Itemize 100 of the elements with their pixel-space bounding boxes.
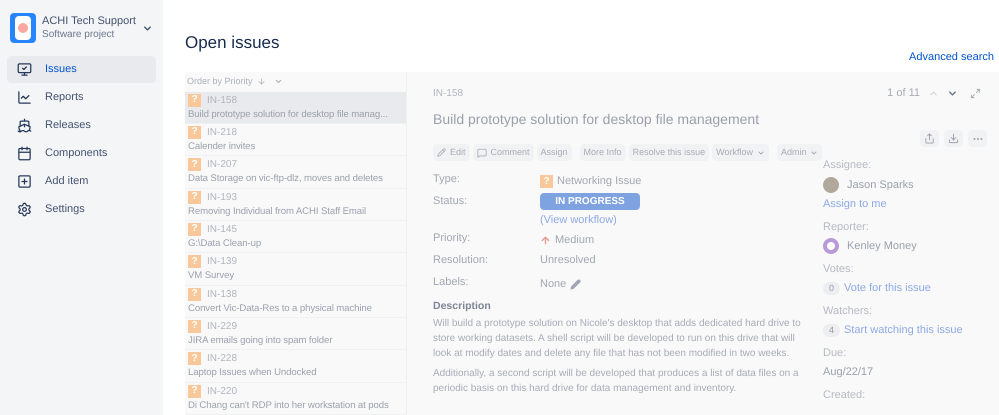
field-label: Created: [823,388,866,402]
field-label: Reporter: [823,220,870,234]
field-label: Resolution: [433,252,490,268]
settings-icon [17,202,32,217]
assign-to-me-link[interactable]: Assign to me [823,196,987,212]
issue-row[interactable]: ? IN-193 Removing Individual from ACHI Staff Email [185,188,406,221]
issue-row[interactable]: ? IN-207 Data Storage on vic-ftp-dlz, moves and deletes [185,156,406,189]
issue-summary: Laptop Issues when Undocked [188,366,318,380]
download-icon [948,133,959,144]
issue-row[interactable]: ? IN-229 JIRA emails going into spam folder [185,318,406,350]
due-date: Aug/22/17 [823,365,874,380]
issue-type-icon: ? [188,222,201,236]
toolbar-button[interactable]: Comment [472,144,534,161]
expand-icon[interactable] [970,88,981,98]
ship-icon [17,118,32,133]
toolbar-button[interactable]: Edit [433,144,470,161]
project-logo-icon [10,13,36,43]
action-link[interactable]: Start watching this issue [844,322,963,338]
toolbar-button[interactable]: More Info [580,144,626,161]
issue-row[interactable]: ? IN-218 Calender invites [185,124,406,156]
share-icon [924,133,935,144]
issue-summary: Data Storage on vic-ftp-dlz, moves and deletes [188,172,384,186]
issue-title: Build prototype solution for desktop file management [433,110,760,129]
issue-key: IN-229 [207,318,238,334]
issue-type-icon: ? [188,352,201,366]
issue-type-icon: ? [188,158,201,172]
issue-key: IN-218 [207,124,238,140]
more-button[interactable] [968,130,987,147]
export-button[interactable] [944,130,963,147]
nav-item[interactable]: Issues [7,56,156,83]
field-label: Type: [433,172,461,187]
add-square-icon [17,174,32,189]
issue-type-icon: ? [188,384,201,398]
issue-summary: Calender invites [188,140,256,154]
field-label: Labels: [433,274,470,290]
advanced-search-link[interactable]: Advanced search [909,49,994,66]
issue-type-icon: ? [540,175,553,188]
issue-type-icon: ? [188,255,201,268]
type-value: Networking Issue [557,174,642,190]
field-value: Unresolved [540,252,596,268]
person-name: Kenley Money [847,239,917,254]
field-label: Assignee: [823,158,872,173]
nav-item[interactable]: Add item [7,168,156,195]
nav-item[interactable]: Reports [7,84,156,111]
issue-key: IN-228 [207,351,238,366]
issue-key: IN-138 [207,286,238,302]
issue-key: IN-158 [433,86,807,101]
issue-row[interactable]: ? IN-145 G:\Data Clean-up [185,220,406,254]
nav-item[interactable]: Components [7,140,156,167]
issue-summary: Removing Individual from ACHI Staff Email [188,204,368,219]
issue-key: IN-193 [207,190,238,205]
nav-item[interactable]: Settings [7,196,156,223]
toolbar-button[interactable]: Resolve this issue [628,144,710,161]
field-label: Votes: [823,262,855,276]
toolbar-button[interactable]: Admin [776,144,822,161]
nav-item[interactable]: Releases [7,112,156,139]
project-name: ACHI Tech Support [42,14,136,29]
issue-row[interactable]: ? IN-158 Build prototype solution for desktop file manag... [185,92,406,124]
chevron-down-icon [810,148,818,156]
toolbar-button[interactable]: Workflow [712,144,769,161]
issue-row[interactable]: ? IN-220 Di Chang can't RDP into her workstation at pods [185,382,406,415]
description-heading: Description [433,298,492,314]
person-name: Jason Sparks [847,178,914,192]
line-chart-icon [17,90,32,105]
toolbar-button[interactable]: Assign [536,144,572,161]
issue-row[interactable]: ? IN-139 VM Survey [185,253,406,286]
view-workflow-link[interactable]: (View workflow) [540,212,617,228]
monitor-icon [17,62,32,77]
status-lozenge: IN PROGRESS [540,193,640,210]
issue-row[interactable]: ? IN-228 Laptop Issues when Undocked [185,350,406,383]
project-type: Software project [42,28,116,42]
order-by-dropdown[interactable]: Order by Priority [185,72,406,92]
issue-type-icon: ? [188,288,201,301]
priority-value: Medium [555,232,594,248]
pencil-icon[interactable] [570,278,582,290]
issue-key: IN-158 [207,92,238,108]
issue-summary: JIRA emails going into spam folder [188,334,334,348]
issue-summary: Build prototype solution for desktop file manag... [188,108,389,122]
issue-summary: Di Chang can't RDP into her workstation at pods [188,398,390,413]
description-paragraph: Additionally, a second script will be developed that produces a list of data files on a periodic basis on this hard drive for data management and inventory. [433,367,800,396]
field-label: Priority: [433,230,472,246]
issue-key: IN-145 [207,222,238,237]
arrow-down-icon [256,77,266,86]
count-badge: 4 [823,324,840,337]
share-button[interactable] [920,130,939,147]
comment-icon [476,148,487,158]
issue-type-icon: ? [188,94,201,107]
action-link[interactable]: Vote for this issue [844,280,931,296]
issue-key: IN-220 [207,384,238,399]
chevron-down-icon [756,148,765,156]
count-badge: 0 [823,282,840,295]
description-paragraph: Will build a prototype solution on Nicole's desktop that adds dedicated hard drive to store working datasets. A shell script will be developed to run on this drive that will look at modify dates and delete any file that has not been modified in two weeks. [433,317,802,362]
issue-summary: G:\Data Clean-up [188,236,262,251]
issue-key: IN-207 [207,157,238,172]
avatar-icon [823,238,839,254]
page-title: Open issues [185,32,280,54]
issue-row[interactable]: ? IN-138 Convert Vic-Data-Res to a physical machine [185,286,406,318]
issue-key: IN-139 [207,254,238,270]
issue-type-icon: ? [188,126,201,139]
pencil-icon [437,148,446,157]
